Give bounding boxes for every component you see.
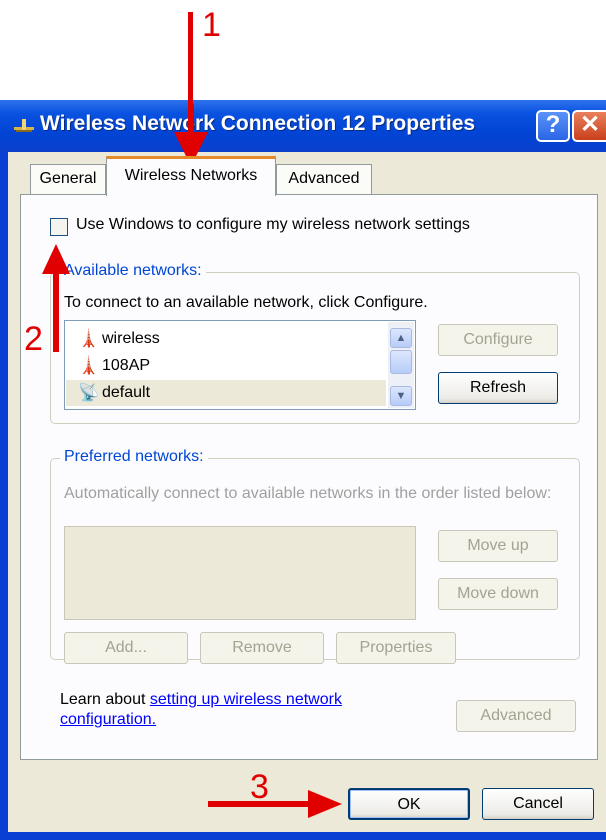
use-windows-checkbox[interactable] <box>50 218 68 236</box>
help-button[interactable]: ? <box>536 110 570 142</box>
move-down-button[interactable]: Move down <box>438 578 558 610</box>
tab-advanced[interactable]: Advanced <box>276 164 372 194</box>
wireless-beacon-icon: 📡 <box>78 383 100 402</box>
annotation-arrow-1-shaft <box>188 12 193 108</box>
network-item-wireless[interactable]: 🗼 wireless <box>66 326 386 352</box>
refresh-button[interactable]: Refresh <box>438 372 558 404</box>
network-name: 108AP <box>102 357 151 374</box>
preferred-networks-list[interactable] <box>64 526 416 620</box>
network-connection-icon <box>14 119 34 132</box>
configure-button[interactable]: Configure <box>438 324 558 356</box>
scroll-down-icon[interactable]: ▼ <box>390 386 412 406</box>
available-networks-description: To connect to an available network, clic… <box>64 294 428 311</box>
advanced-button[interactable]: Advanced <box>456 700 576 732</box>
preferred-networks-description: Automatically connect to available netwo… <box>64 485 552 502</box>
network-item-108ap[interactable]: 🗼 108AP <box>66 353 386 379</box>
scroll-thumb[interactable] <box>390 350 412 374</box>
network-name: wireless <box>102 330 160 347</box>
preferred-networks-title: Preferred networks: <box>60 448 208 466</box>
use-windows-checkbox-label[interactable]: Use Windows to configure my wireless net… <box>76 216 470 234</box>
window-title: Wireless Network Connection 12 Propertie… <box>40 112 476 135</box>
network-item-default[interactable]: 📡 default <box>66 380 386 406</box>
learn-about-prefix: Learn about <box>60 691 150 708</box>
learn-about-text: Learn about setting up wireless network … <box>60 690 400 730</box>
add-button[interactable]: Add... <box>64 632 188 664</box>
annotation-number-1: 1 <box>202 6 221 44</box>
close-button[interactable]: ✕ <box>572 110 606 142</box>
annotation-arrow-2-icon <box>42 244 70 352</box>
tab-wireless-networks[interactable]: Wireless Networks <box>106 156 276 196</box>
remove-button[interactable]: Remove <box>200 632 324 664</box>
antenna-icon: 🗼 <box>78 329 100 348</box>
annotation-arrow-3-icon <box>208 790 342 818</box>
move-up-button[interactable]: Move up <box>438 530 558 562</box>
properties-button[interactable]: Properties <box>336 632 456 664</box>
cancel-button[interactable]: Cancel <box>482 788 594 820</box>
tab-general[interactable]: General <box>30 164 106 194</box>
network-name: default <box>102 384 151 401</box>
ok-button[interactable]: OK <box>348 788 470 820</box>
scroll-up-icon[interactable]: ▲ <box>390 328 412 348</box>
antenna-icon: 🗼 <box>78 356 100 375</box>
available-networks-title: Available networks: <box>60 262 206 280</box>
